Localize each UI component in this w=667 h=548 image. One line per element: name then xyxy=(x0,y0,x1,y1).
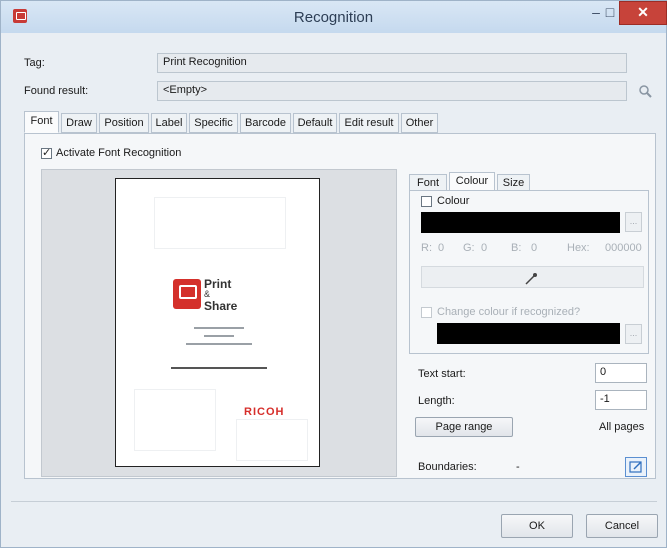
ok-button[interactable]: OK xyxy=(501,514,573,538)
boundaries-value: - xyxy=(516,461,520,473)
colour-swatch[interactable] xyxy=(421,212,620,233)
tab-edit-result[interactable]: Edit result xyxy=(339,113,399,133)
right-tab-font[interactable]: Font xyxy=(409,174,447,191)
tab-default[interactable]: Default xyxy=(293,113,337,133)
colour-checkbox-label: Colour xyxy=(437,195,470,207)
search-button[interactable] xyxy=(634,81,656,101)
page-range-button[interactable]: Page range xyxy=(415,417,513,437)
edit-icon xyxy=(629,461,642,473)
found-result-label: Found result: xyxy=(24,85,89,97)
print-share-logo-icon xyxy=(173,279,201,309)
preview-page: Print & Share RICOH xyxy=(115,178,320,467)
change-colour-label: Change colour if recognized? xyxy=(437,306,581,318)
search-icon xyxy=(639,85,652,98)
hex-value[interactable]: 000000 xyxy=(605,242,642,254)
preview-text-line xyxy=(194,327,244,329)
footer-divider xyxy=(11,501,657,502)
preview-text-line xyxy=(186,343,252,345)
eyedropper-icon[interactable] xyxy=(523,271,539,287)
text-start-label: Text start: xyxy=(418,368,466,380)
tag-field[interactable]: Print Recognition xyxy=(157,53,627,73)
change-colour-checkbox[interactable] xyxy=(421,307,432,318)
window-title: Recognition xyxy=(293,9,374,26)
cancel-button[interactable]: Cancel xyxy=(586,514,658,538)
recognition-dialog: Recognition – □ ✕ Tag: Print Recognition… xyxy=(0,0,667,548)
g-value[interactable]: 0 xyxy=(481,242,487,254)
preview-text-line xyxy=(204,335,234,337)
close-button[interactable]: ✕ xyxy=(619,1,667,25)
title-bar: Recognition – □ ✕ xyxy=(1,1,667,33)
length-label: Length: xyxy=(418,395,455,407)
all-pages-label: All pages xyxy=(599,421,645,433)
activate-font-recognition-checkbox[interactable] xyxy=(41,146,52,159)
page-decoration xyxy=(236,419,308,461)
recognized-colour-swatch[interactable] xyxy=(437,323,620,344)
r-value[interactable]: 0 xyxy=(438,242,444,254)
tab-label[interactable]: Label xyxy=(151,113,187,133)
b-value[interactable]: 0 xyxy=(531,242,537,254)
page-decoration xyxy=(134,389,216,451)
edit-boundaries-button[interactable] xyxy=(625,457,647,477)
r-label: R: xyxy=(421,242,432,254)
boundaries-label: Boundaries: xyxy=(418,461,477,473)
b-label: B: xyxy=(511,242,522,254)
right-tab-size[interactable]: Size xyxy=(497,174,530,191)
logo-text-amp: & xyxy=(204,289,211,299)
length-input[interactable]: -1 xyxy=(595,390,647,410)
tab-draw[interactable]: Draw xyxy=(61,113,97,133)
ricoh-logo: RICOH xyxy=(244,406,285,418)
preview-text-line xyxy=(171,367,267,369)
found-result-field[interactable]: <Empty> xyxy=(157,81,627,101)
right-tab-colour[interactable]: Colour xyxy=(449,172,495,191)
tab-position[interactable]: Position xyxy=(99,113,149,133)
tab-barcode[interactable]: Barcode xyxy=(240,113,291,133)
colour-picker-button[interactable]: ... xyxy=(625,212,642,232)
hex-label: Hex: xyxy=(567,242,590,254)
tag-label: Tag: xyxy=(24,57,45,69)
page-decoration xyxy=(154,197,286,249)
colour-checkbox[interactable] xyxy=(421,196,432,207)
activate-font-recognition-label: Activate Font Recognition xyxy=(56,147,182,159)
logo-text-share: Share xyxy=(204,299,238,313)
recognized-colour-picker-button[interactable]: ... xyxy=(625,324,642,344)
g-label: G: xyxy=(463,242,475,254)
tab-font[interactable]: Font xyxy=(24,111,59,133)
text-start-input[interactable]: 0 xyxy=(595,363,647,383)
tab-specific[interactable]: Specific xyxy=(189,113,238,133)
tab-other[interactable]: Other xyxy=(401,113,438,133)
